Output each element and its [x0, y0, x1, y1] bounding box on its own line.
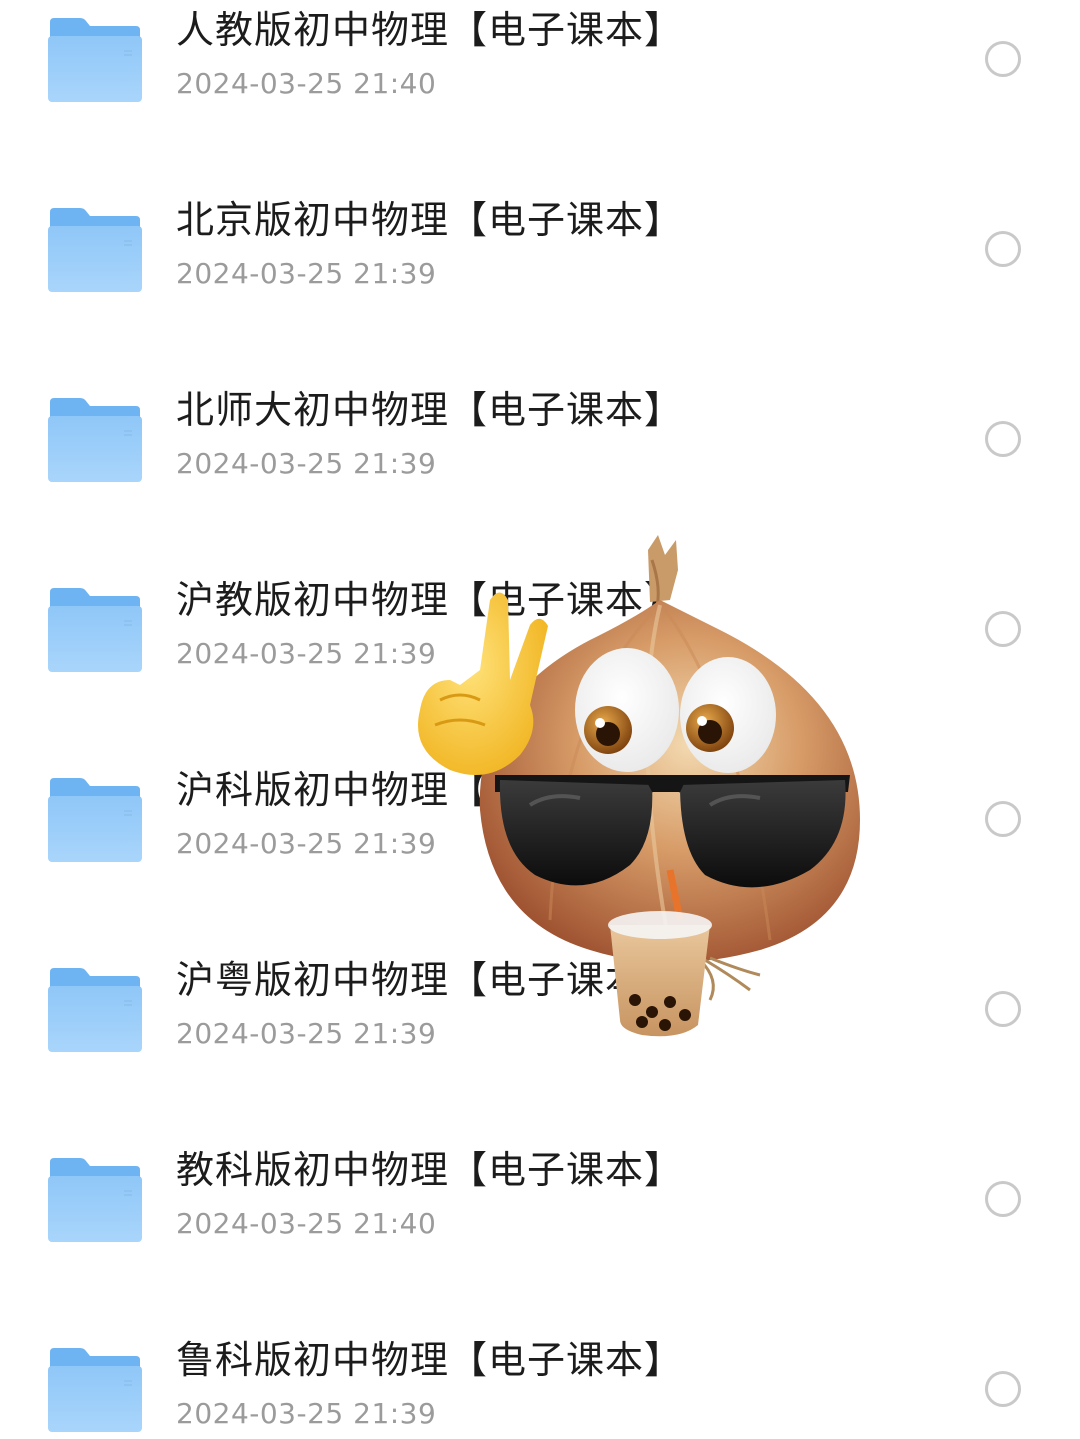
file-row[interactable]: 沪教版初中物理【电子课本】 2024-03-25 21:39 — [0, 570, 1080, 760]
radio-unchecked-icon[interactable] — [985, 421, 1021, 457]
file-date: 2024-03-25 21:39 — [176, 827, 437, 860]
file-list: 人教版初中物理【电子课本】 2024-03-25 21:40 北京版初中物理【电… — [0, 0, 1080, 1439]
file-name: 教科版初中物理【电子课本】 — [176, 1148, 684, 1192]
file-date: 2024-03-25 21:39 — [176, 637, 437, 670]
file-name: 沪科版初中物理【电子课本】 — [176, 768, 684, 812]
file-name: 沪粤版初中物理【电子课本】 — [176, 958, 684, 1002]
radio-unchecked-icon[interactable] — [985, 41, 1021, 77]
file-name: 人教版初中物理【电子课本】 — [176, 8, 684, 52]
folder-icon — [48, 968, 142, 1052]
folder-icon — [48, 18, 142, 102]
radio-unchecked-icon[interactable] — [985, 611, 1021, 647]
file-date: 2024-03-25 21:39 — [176, 1397, 437, 1430]
file-date: 2024-03-25 21:39 — [176, 257, 437, 290]
file-date: 2024-03-25 21:40 — [176, 67, 437, 100]
radio-unchecked-icon[interactable] — [985, 801, 1021, 837]
folder-icon — [48, 588, 142, 672]
file-date: 2024-03-25 21:40 — [176, 1207, 437, 1240]
radio-unchecked-icon[interactable] — [985, 231, 1021, 267]
radio-unchecked-icon[interactable] — [985, 1181, 1021, 1217]
file-name: 沪教版初中物理【电子课本】 — [176, 578, 684, 622]
file-name: 鲁科版初中物理【电子课本】 — [176, 1338, 684, 1382]
file-date: 2024-03-25 21:39 — [176, 1017, 437, 1050]
radio-unchecked-icon[interactable] — [985, 991, 1021, 1027]
file-name: 北京版初中物理【电子课本】 — [176, 198, 684, 242]
folder-icon — [48, 1158, 142, 1242]
folder-icon — [48, 778, 142, 862]
file-row[interactable]: 北师大初中物理【电子课本】 2024-03-25 21:39 — [0, 380, 1080, 570]
file-row[interactable]: 沪科版初中物理【电子课本】 2024-03-25 21:39 — [0, 760, 1080, 950]
file-row[interactable]: 教科版初中物理【电子课本】 2024-03-25 21:40 — [0, 1140, 1080, 1330]
folder-icon — [48, 398, 142, 482]
folder-icon — [48, 208, 142, 292]
file-row[interactable]: 鲁科版初中物理【电子课本】 2024-03-25 21:39 — [0, 1330, 1080, 1439]
file-name: 北师大初中物理【电子课本】 — [176, 388, 684, 432]
file-date: 2024-03-25 21:39 — [176, 447, 437, 480]
folder-icon — [48, 1348, 142, 1432]
file-row[interactable]: 人教版初中物理【电子课本】 2024-03-25 21:40 — [0, 0, 1080, 190]
file-row[interactable]: 北京版初中物理【电子课本】 2024-03-25 21:39 — [0, 190, 1080, 380]
file-row[interactable]: 沪粤版初中物理【电子课本】 2024-03-25 21:39 — [0, 950, 1080, 1140]
radio-unchecked-icon[interactable] — [985, 1371, 1021, 1407]
